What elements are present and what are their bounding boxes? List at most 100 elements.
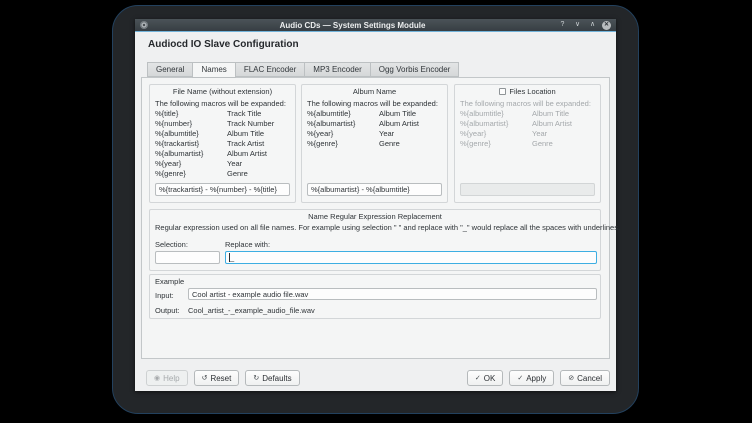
macros-note: The following macros will be expanded: bbox=[155, 99, 290, 108]
apply-button[interactable]: ✓ Apply bbox=[509, 370, 554, 386]
audio-cd-icon bbox=[140, 21, 148, 29]
example-output-value: Cool_artist_-_example_audio_file.wav bbox=[188, 306, 315, 315]
help-button-label: Help bbox=[163, 374, 179, 383]
files-location-label: Files Location bbox=[509, 87, 555, 96]
example-group: Example Input: Output: Cool_artist_-_exa… bbox=[149, 274, 601, 319]
footer-left-buttons: ◉ Help ↺ Reset ↻ Defaults bbox=[146, 370, 300, 386]
help-icon: ◉ bbox=[154, 374, 160, 382]
macro-token: %{genre} bbox=[460, 139, 532, 149]
regex-group-title: Name Regular Expression Replacement bbox=[150, 212, 600, 221]
macro-token: %{trackartist} bbox=[155, 139, 227, 149]
macro-description: Album Artist bbox=[379, 119, 419, 129]
macro-token: %{year} bbox=[307, 129, 379, 139]
ok-button-label: OK bbox=[484, 374, 496, 383]
album-name-group: Album Name The following macros will be … bbox=[301, 84, 448, 203]
footer-right-buttons: ✓ OK ✓ Apply ⊘ Cancel bbox=[467, 370, 610, 386]
macro-list: %{albumtitle} Album Title %{albumartist}… bbox=[307, 109, 444, 149]
titlebar[interactable]: Audio CDs — System Settings Module ? ∨ ∧… bbox=[135, 19, 616, 31]
button-bar: ◉ Help ↺ Reset ↻ Defaults ✓ OK ✓ bbox=[146, 370, 610, 386]
macro-token: %{albumartist} bbox=[155, 149, 227, 159]
macro-list: %{albumtitle} Album Title %{albumartist}… bbox=[460, 109, 597, 149]
selection-input[interactable] bbox=[155, 251, 220, 264]
selection-label: Selection: bbox=[155, 240, 188, 249]
tab-mp3-encoder[interactable]: MP3 Encoder bbox=[304, 62, 369, 77]
replace-with-input[interactable]: _ bbox=[225, 251, 597, 264]
macro-token: %{albumartist} bbox=[460, 119, 532, 129]
macro-row: %{number} Track Number bbox=[155, 119, 292, 129]
macro-row: %{title} Track Title bbox=[155, 109, 292, 119]
window-title: Audio CDs — System Settings Module bbox=[152, 21, 553, 30]
macro-token: %{albumtitle} bbox=[155, 129, 227, 139]
macro-token: %{genre} bbox=[155, 169, 227, 179]
macro-row: %{year} Year bbox=[307, 129, 444, 139]
macro-token: %{year} bbox=[460, 129, 532, 139]
macro-token: %{albumtitle} bbox=[460, 109, 532, 119]
macro-token: %{genre} bbox=[307, 139, 379, 149]
tab-general[interactable]: General bbox=[147, 62, 192, 77]
macro-token: %{albumtitle} bbox=[307, 109, 379, 119]
macro-description: Track Number bbox=[227, 119, 274, 129]
macro-description: Genre bbox=[227, 169, 248, 179]
macros-note: The following macros will be expanded: bbox=[460, 99, 595, 108]
regex-description: Regular expression used on all file name… bbox=[155, 223, 620, 232]
macro-description: Album Title bbox=[227, 129, 264, 139]
macro-row: %{year} Year bbox=[460, 129, 597, 139]
macro-description: Genre bbox=[532, 139, 553, 149]
screen-bezel: Audio CDs — System Settings Module ? ∨ ∧… bbox=[112, 5, 639, 414]
apply-check-icon: ✓ bbox=[517, 374, 523, 382]
macro-list: %{title} Track Title %{number} Track Num… bbox=[155, 109, 292, 179]
macro-token: %{year} bbox=[155, 159, 227, 169]
close-icon[interactable]: ✕ bbox=[602, 21, 611, 30]
macro-row: %{genre} Genre bbox=[460, 139, 597, 149]
apply-button-label: Apply bbox=[526, 374, 546, 383]
defaults-icon: ↻ bbox=[253, 374, 259, 382]
reset-icon: ↺ bbox=[202, 374, 208, 382]
example-group-title: Example bbox=[155, 277, 184, 286]
defaults-button[interactable]: ↻ Defaults bbox=[245, 370, 299, 386]
ok-check-icon: ✓ bbox=[475, 374, 481, 382]
macro-row: %{albumartist} Album Artist bbox=[307, 119, 444, 129]
album-name-pattern-input[interactable] bbox=[307, 183, 442, 196]
macro-description: Year bbox=[227, 159, 242, 169]
files-location-checkbox[interactable] bbox=[499, 88, 506, 95]
macro-token: %{albumartist} bbox=[307, 119, 379, 129]
macro-row: %{albumartist} Album Artist bbox=[460, 119, 597, 129]
titlebar-accent-line bbox=[135, 31, 616, 32]
macro-row: %{albumtitle} Album Title bbox=[460, 109, 597, 119]
macros-note: The following macros will be expanded: bbox=[307, 99, 442, 108]
tab-bar: General Names FLAC Encoder MP3 Encoder O… bbox=[147, 62, 459, 78]
macro-description: Album Title bbox=[532, 109, 569, 119]
macro-description: Year bbox=[379, 129, 394, 139]
macro-description: Album Title bbox=[379, 109, 416, 119]
reset-button[interactable]: ↺ Reset bbox=[194, 370, 240, 386]
macro-row: %{genre} Genre bbox=[307, 139, 444, 149]
macro-row: %{albumtitle} Album Title bbox=[307, 109, 444, 119]
replace-with-label: Replace with: bbox=[225, 240, 270, 249]
help-window-button[interactable]: ? bbox=[557, 19, 568, 31]
defaults-button-label: Defaults bbox=[262, 374, 291, 383]
minimize-button[interactable]: ∨ bbox=[572, 19, 583, 31]
macro-description: Track Title bbox=[227, 109, 261, 119]
file-name-group: File Name (without extension) The follow… bbox=[149, 84, 296, 203]
maximize-button[interactable]: ∧ bbox=[587, 19, 598, 31]
cancel-button-label: Cancel bbox=[577, 374, 602, 383]
macro-row: %{year} Year bbox=[155, 159, 292, 169]
cancel-button[interactable]: ⊘ Cancel bbox=[560, 370, 610, 386]
macro-description: Track Artist bbox=[227, 139, 264, 149]
macro-token: %{title} bbox=[155, 109, 227, 119]
reset-button-label: Reset bbox=[210, 374, 231, 383]
settings-window: Audio CDs — System Settings Module ? ∨ ∧… bbox=[135, 19, 616, 391]
macro-row: %{trackartist} Track Artist bbox=[155, 139, 292, 149]
tab-names[interactable]: Names bbox=[192, 62, 235, 78]
ok-button[interactable]: ✓ OK bbox=[467, 370, 503, 386]
example-input-label: Input: bbox=[155, 291, 174, 300]
file-name-pattern-input[interactable] bbox=[155, 183, 290, 196]
example-input[interactable] bbox=[188, 288, 597, 300]
replace-with-value: _ bbox=[230, 253, 234, 262]
page-title: Audiocd IO Slave Configuration bbox=[148, 39, 299, 50]
macro-row: %{genre} Genre bbox=[155, 169, 292, 179]
tab-ogg-vorbis-encoder[interactable]: Ogg Vorbis Encoder bbox=[370, 62, 460, 77]
tab-flac-encoder[interactable]: FLAC Encoder bbox=[236, 62, 304, 77]
files-location-checkbox-row[interactable]: Files Location bbox=[455, 87, 600, 96]
macro-description: Album Artist bbox=[532, 119, 572, 129]
